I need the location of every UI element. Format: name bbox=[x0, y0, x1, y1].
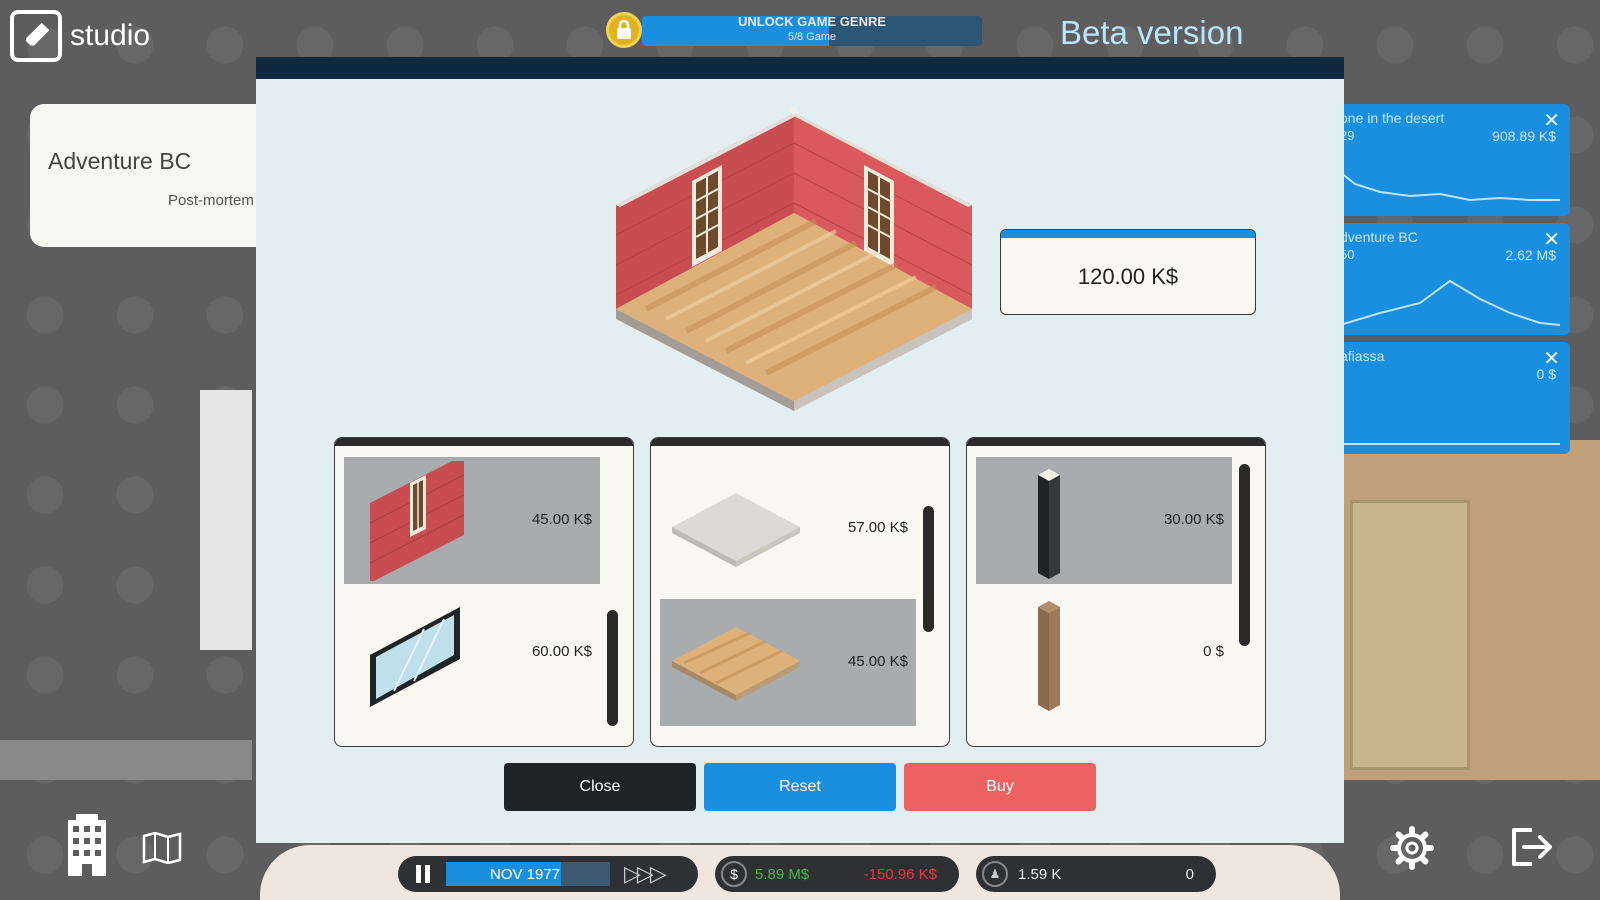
item-price: 30.00 K$ bbox=[1163, 511, 1224, 528]
dialog-header bbox=[256, 57, 1344, 79]
item-price: 0 $ bbox=[1203, 643, 1224, 660]
exit-icon[interactable] bbox=[1508, 826, 1556, 873]
concrete-floor-icon bbox=[672, 493, 800, 567]
price-card-header bbox=[1001, 230, 1255, 238]
sales-name: afiassa bbox=[1340, 348, 1385, 364]
item-price: 45.00 K$ bbox=[531, 511, 592, 528]
quest-progress[interactable]: UNLOCK GAME GENRE 5/8 Game bbox=[606, 12, 986, 48]
project-title: Adventure BC bbox=[48, 148, 192, 174]
brick-wall-window-icon bbox=[369, 461, 465, 581]
studio-button[interactable]: studio bbox=[10, 10, 150, 62]
dollar-icon: $ bbox=[721, 861, 747, 887]
panel-header bbox=[335, 438, 633, 446]
pillars-panel: 30.00 K$ 0 $ bbox=[966, 437, 1266, 747]
close-icon[interactable]: ✕ bbox=[1543, 346, 1560, 371]
glass-wall-icon bbox=[370, 607, 460, 707]
scrollbar[interactable] bbox=[607, 610, 618, 726]
money-display: $ 5.89 M$ -150.96 K$ bbox=[715, 856, 959, 892]
scrollbar[interactable] bbox=[1239, 464, 1250, 646]
map-icon[interactable] bbox=[142, 831, 182, 869]
arcade-cabinet bbox=[1350, 500, 1470, 770]
lock-icon bbox=[606, 12, 642, 48]
panel-header bbox=[651, 438, 949, 446]
room-builder-dialog: 120.00 K$ 45.00 K$ 60.00 K$ 57.00 K$ 45.… bbox=[256, 57, 1344, 843]
item-price: 45.00 K$ bbox=[847, 653, 908, 670]
gear-icon[interactable] bbox=[1390, 826, 1434, 875]
wall-option-brick[interactable]: 45.00 K$ bbox=[344, 457, 600, 584]
wood-floor-icon bbox=[672, 627, 800, 701]
building-icon[interactable] bbox=[62, 812, 112, 883]
fast-forward-icon[interactable]: ▷▷▷ bbox=[624, 861, 667, 887]
pillar-option-black[interactable]: 30.00 K$ bbox=[976, 457, 1232, 584]
project-subtitle: Post-mortem bbox=[168, 192, 254, 209]
pause-icon[interactable] bbox=[416, 865, 430, 883]
sales-name: one in the desert bbox=[1340, 110, 1445, 126]
fans-value: 1.59 K bbox=[1018, 865, 1062, 883]
total-price-card: 120.00 K$ bbox=[1000, 229, 1256, 315]
studio-label: studio bbox=[70, 19, 151, 52]
office-floor-left bbox=[0, 740, 252, 780]
sales-name: dventure BC bbox=[1340, 229, 1418, 245]
money-balance: 5.89 M$ bbox=[755, 865, 810, 883]
scrollbar[interactable] bbox=[923, 506, 934, 632]
fans-display: ♟ 1.59 K 0 bbox=[976, 856, 1216, 892]
room-preview bbox=[616, 107, 973, 411]
panel-header bbox=[967, 438, 1265, 446]
office-wall-left bbox=[200, 390, 252, 650]
money-delta: -150.96 K$ bbox=[863, 865, 937, 883]
beta-label: Beta version bbox=[1060, 14, 1244, 51]
reset-button[interactable]: Reset bbox=[704, 763, 896, 811]
time-control: NOV 1977 ▷▷▷ bbox=[398, 856, 698, 892]
quest-progress-text: 5/8 Game bbox=[787, 31, 837, 43]
floor-option-concrete[interactable]: 57.00 K$ bbox=[660, 465, 916, 592]
floor-option-wood[interactable]: 45.00 K$ bbox=[660, 599, 916, 726]
wood-pillar-icon bbox=[1038, 601, 1060, 711]
buy-button[interactable]: Buy bbox=[904, 763, 1096, 811]
quest-title: UNLOCK GAME GENRE bbox=[737, 14, 887, 29]
item-price: 60.00 K$ bbox=[531, 643, 592, 660]
wall-option-glass[interactable]: 60.00 K$ bbox=[344, 589, 600, 716]
total-price: 120.00 K$ bbox=[1077, 264, 1179, 289]
date-display: NOV 1977 bbox=[446, 862, 610, 886]
fans-count: 0 bbox=[1185, 865, 1194, 883]
close-icon[interactable]: ✕ bbox=[1543, 227, 1560, 252]
date-label: NOV 1977 bbox=[490, 865, 561, 883]
project-card[interactable]: Adventure BC Post-mortem bbox=[30, 104, 290, 247]
edit-icon bbox=[10, 10, 62, 62]
black-pillar-icon bbox=[1038, 469, 1060, 579]
fans-icon: ♟ bbox=[982, 861, 1008, 887]
close-button[interactable]: Close bbox=[504, 763, 696, 811]
close-icon[interactable]: ✕ bbox=[1543, 108, 1560, 133]
floors-panel: 57.00 K$ 45.00 K$ bbox=[650, 437, 950, 747]
pillar-option-wood[interactable]: 0 $ bbox=[976, 589, 1232, 716]
item-price: 57.00 K$ bbox=[847, 519, 908, 536]
walls-panel: 45.00 K$ 60.00 K$ bbox=[334, 437, 634, 747]
